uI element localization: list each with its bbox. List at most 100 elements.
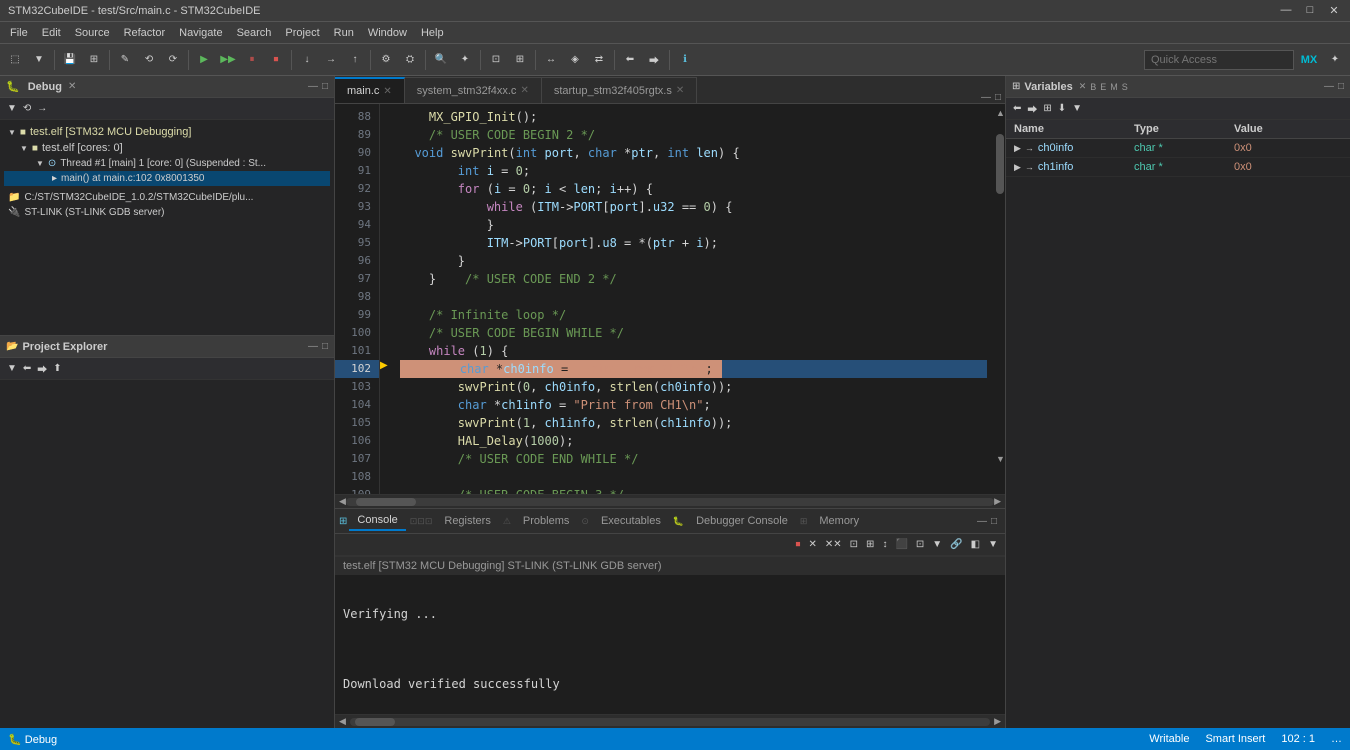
debug-toolbar-btn1[interactable]: ▼ bbox=[4, 103, 20, 114]
debug-tree-item-5[interactable]: 🔌 ST-LINK (ST-LINK GDB server) bbox=[4, 205, 330, 220]
maximize-button[interactable]: □ bbox=[1302, 4, 1318, 17]
var-toolbar-btn4[interactable]: ⬇ bbox=[1055, 103, 1069, 114]
variables-close[interactable]: ✕ bbox=[1079, 81, 1087, 92]
debug-toolbar-btn2[interactable]: ⟲ bbox=[20, 103, 34, 114]
variables-minimize-icon[interactable]: — bbox=[1324, 81, 1334, 92]
console-btn7[interactable]: ⬛ bbox=[892, 539, 910, 550]
menu-help[interactable]: Help bbox=[415, 25, 450, 41]
menu-run[interactable]: Run bbox=[328, 25, 360, 41]
var-toolbar-btn3[interactable]: ⊞ bbox=[1040, 103, 1054, 114]
close-button[interactable]: ✕ bbox=[1326, 4, 1342, 17]
toolbar-step-into[interactable]: ↓ bbox=[296, 49, 318, 71]
var-toolbar-btn2[interactable]: ⮕ bbox=[1024, 101, 1040, 116]
tab-debugger-console[interactable]: Debugger Console bbox=[688, 512, 796, 530]
var-toolbar-btn1[interactable]: ⬅ bbox=[1010, 103, 1024, 114]
console-btn6[interactable]: ↕ bbox=[879, 539, 890, 550]
toolbar-info[interactable]: ℹ bbox=[674, 49, 696, 71]
toolbar-btn-4[interactable]: ✎ bbox=[114, 49, 136, 71]
menu-file[interactable]: File bbox=[4, 25, 34, 41]
tab-main-c[interactable]: main.c ✕ bbox=[335, 77, 405, 103]
scroll-up-icon[interactable]: ▲ bbox=[996, 108, 1004, 118]
toolbar-btn-12[interactable]: ⊞ bbox=[509, 49, 531, 71]
pe-toolbar-btn4[interactable]: ⬆ bbox=[50, 363, 64, 374]
console-btn4[interactable]: ⊡ bbox=[847, 539, 861, 550]
toolbar-btn-9[interactable]: 🔍 bbox=[430, 49, 452, 71]
tab-system-c-close[interactable]: ✕ bbox=[520, 85, 528, 96]
debug-tree-item-4[interactable]: 📁 C:/ST/STM32CubeIDE_1.0.2/STM32CubeIDE/… bbox=[4, 190, 330, 205]
toolbar-mx-icon[interactable]: MX bbox=[1298, 49, 1320, 71]
toolbar-btn-6[interactable]: ⟳ bbox=[162, 49, 184, 71]
toolbar-btn-14[interactable]: ◈ bbox=[564, 49, 586, 71]
tab-memory[interactable]: Memory bbox=[811, 512, 867, 530]
toolbar-btn-3[interactable]: ⊞ bbox=[83, 49, 105, 71]
tab-problems[interactable]: Problems bbox=[515, 512, 577, 530]
editor-scrollbar-thumb[interactable] bbox=[996, 134, 1004, 194]
toolbar-debug[interactable]: ▶ bbox=[193, 49, 215, 71]
pe-toolbar-btn1[interactable]: ▼ bbox=[4, 363, 20, 374]
editor-vertical-scrollbar[interactable]: ▼ ▲ bbox=[995, 104, 1005, 494]
h-scrollbar-track[interactable] bbox=[346, 498, 994, 506]
console-close-btn[interactable]: ✕✕ bbox=[822, 539, 845, 550]
debug-toolbar-btn3[interactable]: → bbox=[34, 103, 50, 114]
toolbar-btn-10[interactable]: ✦ bbox=[454, 49, 476, 71]
console-stop-btn[interactable]: ⏹ bbox=[793, 539, 804, 550]
console-btn5[interactable]: ⊞ bbox=[863, 539, 877, 550]
toolbar-step-over[interactable]: → bbox=[320, 49, 342, 71]
toolbar-run[interactable]: ▶▶ bbox=[217, 49, 239, 71]
code-editor[interactable]: 88 89 90 91 92 93 94 95 96 97 98 99 100 … bbox=[335, 104, 1005, 494]
console-scroll-right[interactable]: ▶ bbox=[994, 716, 1001, 727]
toolbar-btn-16[interactable]: ⬅ bbox=[619, 49, 641, 71]
console-btn11[interactable]: ◧ bbox=[968, 539, 983, 550]
toolbar-btn-15[interactable]: ⇄ bbox=[588, 49, 610, 71]
debug-maximize-icon[interactable]: □ bbox=[322, 81, 328, 92]
var-toolbar-btn5[interactable]: ▼ bbox=[1069, 103, 1085, 114]
pe-toolbar-btn3[interactable]: ⮕ bbox=[34, 361, 50, 376]
menu-search[interactable]: Search bbox=[231, 25, 278, 41]
pe-maximize-icon[interactable]: □ bbox=[322, 341, 328, 352]
console-maximize-icon[interactable]: □ bbox=[991, 516, 997, 527]
debug-tree-item-0[interactable]: ▼ ■ test.elf [STM32 MCU Debugging] bbox=[4, 124, 330, 140]
menu-navigate[interactable]: Navigate bbox=[173, 25, 228, 41]
toolbar-btn-8[interactable]: ⛭ bbox=[399, 49, 421, 71]
toolbar-btn-11[interactable]: ⊡ bbox=[485, 49, 507, 71]
debug-tree-item-2[interactable]: ▼ ⊙ Thread #1 [main] 1 [core: 0] (Suspen… bbox=[4, 156, 330, 171]
var-expand-icon-ch1[interactable]: ▶ bbox=[1014, 162, 1021, 173]
console-btn10[interactable]: 🔗 bbox=[947, 539, 965, 550]
toolbar-save[interactable]: 💾 bbox=[59, 49, 81, 71]
var-row-ch0info[interactable]: ▶ → ch0info char * 0x0 bbox=[1006, 139, 1350, 158]
debug-close-icon[interactable]: ✕ bbox=[68, 81, 76, 92]
console-clear-btn[interactable]: ✕ bbox=[806, 539, 820, 550]
toolbar-extra-icon[interactable]: ✦ bbox=[1324, 49, 1346, 71]
tab-executables[interactable]: Executables bbox=[593, 512, 669, 530]
variables-maximize-icon[interactable]: □ bbox=[1338, 81, 1344, 92]
debug-minimize-icon[interactable]: — bbox=[308, 81, 318, 92]
toolbar-btn-13[interactable]: ↔ bbox=[540, 49, 562, 71]
scroll-left-icon[interactable]: ◀ bbox=[339, 496, 346, 507]
console-scrollbar-thumb[interactable] bbox=[355, 718, 395, 726]
console-h-scrollbar[interactable]: ◀ ▶ bbox=[335, 714, 1005, 728]
tab-startup-s-close[interactable]: ✕ bbox=[676, 85, 684, 96]
console-scroll-left[interactable]: ◀ bbox=[339, 716, 346, 727]
scroll-right-icon[interactable]: ▶ bbox=[994, 496, 1001, 507]
toolbar-btn-1[interactable]: ⬚ bbox=[4, 49, 26, 71]
console-btn8[interactable]: ⊡ bbox=[913, 539, 927, 550]
menu-source[interactable]: Source bbox=[69, 25, 116, 41]
minimize-button[interactable]: — bbox=[1278, 4, 1294, 17]
console-scrollbar-track[interactable] bbox=[350, 718, 990, 726]
debug-tree-item-1[interactable]: ▼ ■ test.elf [cores: 0] bbox=[4, 140, 330, 156]
quick-access-input[interactable] bbox=[1144, 50, 1294, 70]
editor-horizontal-scrollbar[interactable]: ◀ ▶ bbox=[335, 494, 1005, 508]
toolbar-step-return[interactable]: ↑ bbox=[344, 49, 366, 71]
menu-edit[interactable]: Edit bbox=[36, 25, 67, 41]
debug-tree-item-3[interactable]: ▸ main() at main.c:102 0x8001350 bbox=[4, 171, 330, 186]
menu-refactor[interactable]: Refactor bbox=[118, 25, 172, 41]
tab-system-c[interactable]: system_stm32f4xx.c ✕ bbox=[405, 77, 542, 103]
pe-toolbar-btn2[interactable]: ⬅ bbox=[20, 363, 34, 374]
editor-minimize-icon[interactable]: — bbox=[981, 92, 991, 103]
h-scrollbar-thumb[interactable] bbox=[356, 498, 416, 506]
tab-main-c-close[interactable]: ✕ bbox=[383, 86, 391, 97]
toolbar-suspend[interactable]: ⏸ bbox=[241, 49, 263, 71]
console-btn12[interactable]: ▼ bbox=[985, 539, 1001, 550]
toolbar-btn-5[interactable]: ⟲ bbox=[138, 49, 160, 71]
scroll-down-icon[interactable]: ▼ bbox=[996, 454, 1004, 464]
